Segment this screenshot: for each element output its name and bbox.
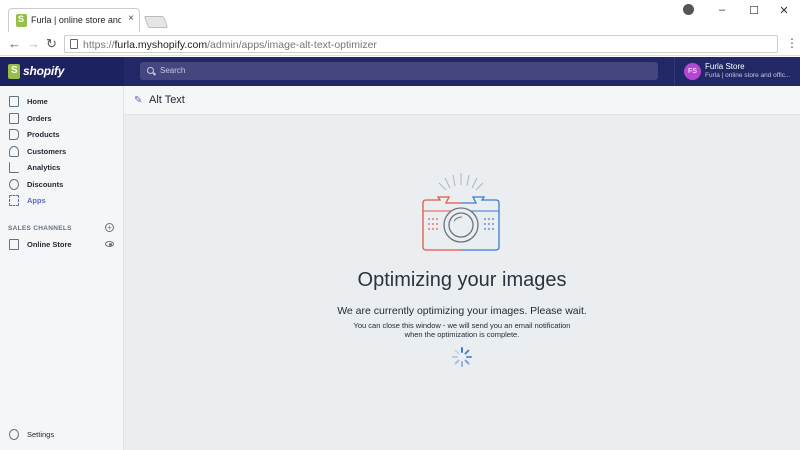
sidebar-item-orders[interactable]: Orders	[0, 111, 124, 127]
sidebar-item-settings[interactable]: Settings	[0, 427, 124, 443]
shopify-logo[interactable]: shopify	[0, 57, 124, 86]
view-store-eye-icon[interactable]	[105, 241, 114, 247]
optimizing-message: We are currently optimizing your images.…	[337, 305, 587, 317]
gear-icon	[9, 429, 19, 440]
profile-icon[interactable]	[683, 4, 694, 15]
sidebar-item-label: Products	[27, 130, 60, 139]
browser-tab[interactable]: Furla | online store and c ×	[8, 8, 140, 32]
minimize-button[interactable]: –	[714, 4, 730, 16]
browser-menu-icon[interactable]: ⋮	[786, 36, 798, 50]
store-icon	[9, 239, 19, 250]
sidebar-item-label: Home	[27, 97, 48, 106]
note-line: when the optimization is complete.	[404, 330, 520, 339]
sidebar-item-label: Orders	[27, 114, 52, 123]
sidebar-item-analytics[interactable]: Analytics	[0, 160, 124, 176]
maximize-button[interactable]: ☐	[746, 4, 762, 17]
close-window-button[interactable]: ✕	[776, 4, 792, 17]
person-icon	[9, 146, 19, 157]
sidebar-item-label: Online Store	[27, 240, 72, 249]
page-header: ✎ Alt Text	[124, 86, 800, 115]
sidebar-item-products[interactable]: Products	[0, 127, 124, 143]
avatar: FS	[684, 63, 701, 80]
optimizing-note: You can close this window - we will send…	[332, 321, 592, 339]
sidebar-item-label: Customers	[27, 147, 67, 156]
main-content: ✎ Alt Text Optimizing your images We are…	[124, 86, 800, 450]
browser-toolbar: ← → ↻ https://furla.myshopify.com/admin/…	[0, 32, 800, 56]
topbar-main: Search FS Furla Store Furla | online sto…	[124, 57, 800, 86]
sidebar-item-label: Analytics	[27, 163, 61, 172]
search-placeholder: Search	[160, 66, 186, 75]
camera-illustration-icon	[422, 173, 500, 251]
address-bar[interactable]: https://furla.myshopify.com/admin/apps/i…	[64, 35, 778, 53]
bar-chart-icon	[9, 162, 19, 173]
search-icon	[147, 67, 154, 74]
home-icon	[9, 96, 19, 107]
sidebar-item-label: Settings	[27, 430, 55, 439]
forward-arrow-icon[interactable]: →	[27, 37, 40, 51]
browser-titlebar: Furla | online store and c × – ☐ ✕	[0, 0, 800, 32]
sidebar-item-customers[interactable]: Customers	[0, 144, 124, 160]
account-subtitle: Furla | online store and offic...	[705, 72, 791, 79]
sidebar-item-online-store[interactable]: Online Store	[0, 237, 124, 253]
sales-channels-heading: SALES CHANNELS	[8, 225, 72, 232]
account-name: Furla Store	[705, 62, 745, 71]
sidebar-item-home[interactable]: Home	[0, 94, 124, 110]
reload-icon[interactable]: ↻	[46, 37, 57, 51]
new-tab-button[interactable]	[143, 16, 169, 28]
optimizing-heading: Optimizing your images	[357, 269, 567, 291]
url-path: /admin/apps/image-alt-text-optimizer	[207, 39, 377, 51]
url-host: furla.myshopify.com	[114, 39, 208, 51]
page-info-icon[interactable]	[70, 39, 78, 49]
sidebar-item-label: Discounts	[27, 180, 64, 189]
loading-spinner-icon	[452, 347, 472, 367]
back-arrow-icon[interactable]: ←	[8, 37, 21, 51]
shopify-bag-icon	[8, 64, 20, 79]
apps-icon	[9, 195, 19, 206]
admin-topbar: shopify Search FS Furla Store Furla | on…	[0, 57, 800, 86]
url-prefix: https://	[83, 39, 115, 51]
tab-title: Furla | online store and c	[31, 15, 121, 25]
shopify-favicon-icon	[16, 14, 27, 27]
page-title: Alt Text	[149, 94, 185, 106]
orders-icon	[9, 113, 19, 124]
tab-close-icon[interactable]: ×	[128, 13, 134, 24]
tag-icon	[9, 129, 19, 140]
search-input[interactable]: Search	[140, 62, 658, 80]
sidebar-item-discounts[interactable]: Discounts	[0, 177, 124, 193]
sidebar-item-apps[interactable]: Apps	[0, 193, 124, 209]
sidebar-item-label: Apps	[27, 196, 46, 205]
discount-icon	[9, 179, 19, 190]
sidebar: Home Orders Products Customers Analytics…	[0, 86, 124, 450]
logo-text: shopify	[23, 64, 65, 78]
app-tag-icon: ✎	[134, 95, 143, 106]
add-channel-plus-icon[interactable]: +	[105, 223, 114, 232]
account-menu[interactable]: FS Furla Store Furla | online store and …	[674, 57, 800, 86]
note-line: You can close this window - we will send…	[353, 321, 571, 330]
url-text: https://furla.myshopify.com/admin/apps/i…	[83, 39, 377, 51]
